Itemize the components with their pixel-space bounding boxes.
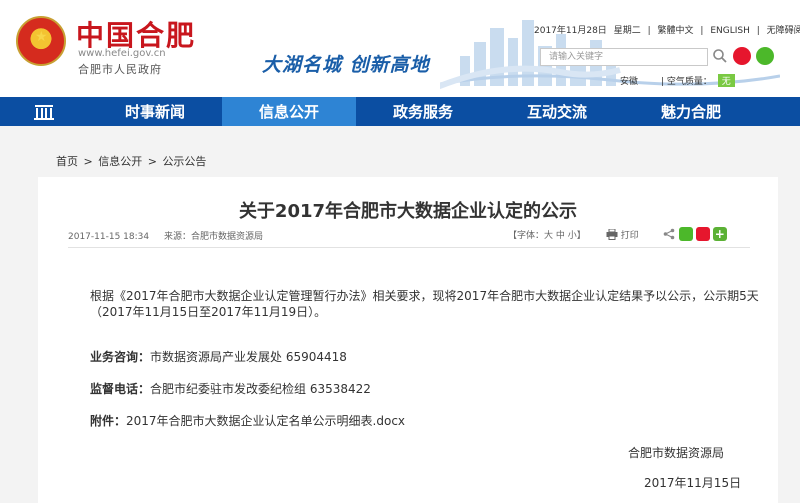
main-nav: 时事新闻 信息公开 政务服务 互动交流 魅力合肥 [0, 97, 800, 126]
share-weibo-icon[interactable] [695, 227, 710, 241]
supervise-value: 合肥市纪委驻市发改委纪检组 63538422 [150, 382, 371, 396]
article-paragraph: 根据《2017年合肥市大数据企业认定管理暂行办法》相关要求，现将2017年合肥市… [90, 289, 759, 319]
breadcrumb-info-disclosure[interactable]: 信息公开 [98, 155, 142, 168]
breadcrumb-home[interactable]: 首页 [56, 155, 78, 168]
font-size-switcher[interactable]: 【字体：大 中 小】 [508, 228, 586, 241]
article-panel: 关于2017年合肥市大数据企业认定的公示 2017-11-15 18:34 来源… [38, 177, 778, 503]
national-emblem-icon: ★ [16, 16, 66, 66]
search-input[interactable]: 请输入关键字 [540, 48, 708, 66]
site-url: www.hefei.gov.cn [78, 48, 166, 59]
consult-value: 市数据资源局产业发展处 65904418 [150, 350, 347, 364]
english-link[interactable]: ENGLISH [710, 26, 750, 36]
nav-home[interactable] [0, 97, 88, 126]
site-owner-name: 合肥市人民政府 [78, 63, 162, 76]
weibo-icon[interactable] [733, 47, 751, 65]
weather-city: 安徽 [620, 77, 639, 87]
supervise-label: 监督电话： [90, 382, 151, 396]
nav-news[interactable]: 时事新闻 [88, 97, 222, 126]
wechat-icon[interactable] [756, 47, 774, 65]
article-title: 关于2017年合肥市大数据企业认定的公示 [238, 201, 578, 222]
attachment-link[interactable]: 2017年合肥市大数据企业认定名单公示明细表.docx [126, 414, 405, 428]
article-source: 来源：合肥市数据资源局 [163, 232, 263, 242]
nav-charm-hefei[interactable]: 魅力合肥 [624, 97, 758, 126]
nav-info-disclosure[interactable]: 信息公开 [222, 97, 356, 126]
nav-gov-services[interactable]: 政务服务 [356, 97, 490, 126]
consult-line: 业务咨询：市数据资源局产业发展处 65904418 [90, 349, 760, 365]
building-icon [34, 104, 54, 120]
attachment-label: 附件： [90, 414, 127, 428]
slogan: 大湖名城 创新高地 [262, 54, 430, 76]
print-button[interactable]: 打印 [621, 228, 639, 241]
breadcrumb-separator: > [147, 155, 157, 168]
share-wechat-icon[interactable] [678, 227, 693, 241]
air-quality-badge: 无 [717, 74, 735, 87]
weather-widget: 安徽 | 空气质量： 无 [620, 74, 735, 87]
top-utility-bar: 2017年11月28日 星期二 | 繁體中文 | ENGLISH | 无障碍阅读 [532, 23, 800, 36]
current-weekday: 星期二 [613, 26, 641, 36]
article-meta: 2017-11-15 18:34 来源：合肥市数据资源局 [68, 229, 275, 242]
consult-label: 业务咨询： [90, 350, 151, 364]
article-tools: 【字体：大 中 小】 打印 + [508, 227, 727, 241]
printer-icon[interactable] [606, 228, 618, 240]
meta-divider [68, 247, 750, 248]
accessibility-link[interactable]: 无障碍阅读 [767, 26, 800, 36]
breadcrumb-announcements[interactable]: 公示公告 [162, 155, 206, 168]
share-more-icon[interactable]: + [712, 227, 727, 241]
supervise-line: 监督电话：合肥市纪委驻市发改委纪检组 63538422 [90, 381, 760, 397]
current-date: 2017年11月28日 [534, 26, 607, 36]
search-icon[interactable] [711, 47, 729, 65]
share-icon[interactable] [663, 228, 675, 240]
breadcrumb: 首页 > 信息公开 > 公示公告 [56, 153, 208, 169]
traditional-chinese-link[interactable]: 繁體中文 [658, 26, 694, 36]
breadcrumb-separator: > [83, 155, 93, 168]
attachment-line: 附件：2017年合肥市大数据企业认定名单公示明细表.docx [90, 413, 760, 429]
nav-interaction[interactable]: 互动交流 [490, 97, 624, 126]
air-quality-label: 空气质量： [666, 77, 712, 87]
publish-datetime: 2017-11-15 18:34 [68, 232, 150, 242]
signature: 合肥市数据资源局 [628, 446, 725, 460]
signature-date: 2017年11月15日 [644, 476, 742, 490]
site-header: ★ 中国合肥 www.hefei.gov.cn 合肥市人民政府 大湖名城 创新高… [0, 0, 800, 97]
